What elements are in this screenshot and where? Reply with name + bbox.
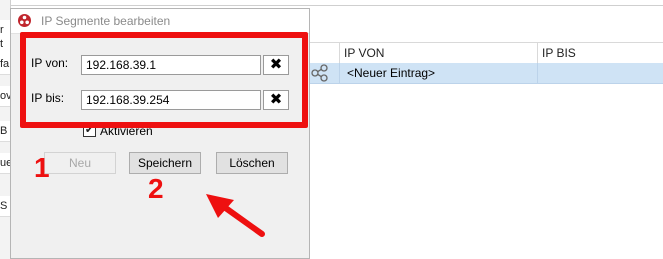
cell-ip-von: <Neuer Eintrag>	[347, 66, 436, 80]
highlight-box	[20, 32, 308, 128]
left-fragment: t	[0, 34, 10, 55]
arrow-icon	[206, 194, 265, 237]
column-header-ip-bis[interactable]: IP BIS	[537, 43, 663, 63]
row-divider	[537, 63, 538, 83]
left-fragment: S	[0, 196, 10, 217]
app-logo-icon	[18, 14, 31, 27]
background-top-strip	[0, 0, 663, 6]
left-fragment: ue	[0, 153, 10, 174]
table-header-blank	[305, 43, 339, 63]
column-header-ip-von[interactable]: IP VON	[339, 43, 537, 63]
save-button[interactable]: Speichern	[129, 152, 201, 174]
dialog-title: IP Segmente bearbeiten	[41, 14, 171, 28]
table-header: IP VON IP BIS	[305, 42, 663, 64]
delete-button[interactable]: Löschen	[216, 152, 288, 174]
left-fragment: ov	[0, 86, 10, 107]
new-button[interactable]: Neu	[44, 152, 116, 174]
table-row[interactable]: <Neuer Eintrag>	[305, 63, 663, 84]
dialog-titlebar[interactable]: IP Segmente bearbeiten	[11, 9, 309, 34]
left-fragment: B	[0, 121, 10, 142]
annotation-number-2: 2	[148, 173, 164, 204]
annotation-number-1: 1	[34, 152, 50, 183]
share-nodes-icon	[311, 64, 328, 82]
row-divider	[339, 63, 340, 83]
cell-ip-bis	[541, 63, 661, 83]
left-fragment: fa	[0, 54, 10, 75]
